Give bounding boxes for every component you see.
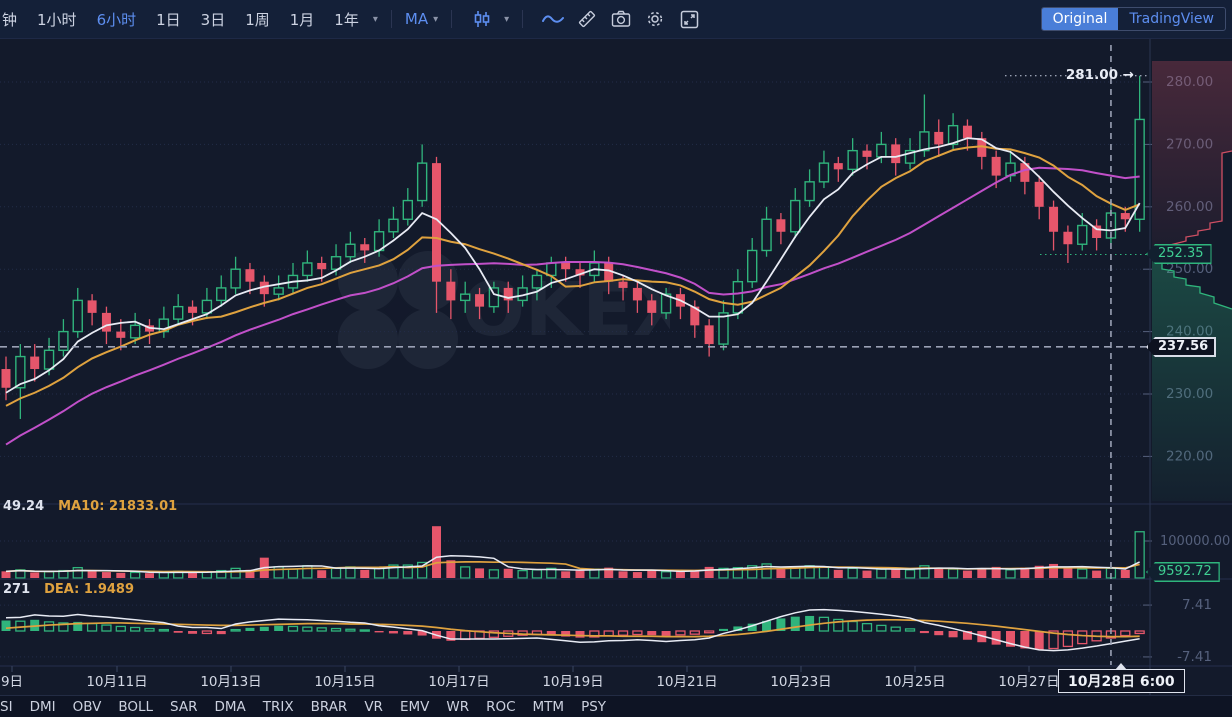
timeframe-4[interactable]: 3日 xyxy=(201,9,226,30)
indicator-obv[interactable]: OBV xyxy=(73,699,102,715)
toolbar-divider xyxy=(451,10,452,28)
indicator-dmi[interactable]: DMI xyxy=(30,699,56,715)
svg-text:-7.41: -7.41 xyxy=(1177,649,1212,665)
indicator-dma[interactable]: DMA xyxy=(214,699,245,715)
date-tick-label: 10月21日 xyxy=(656,670,717,690)
chart-area[interactable]: OKEX 280.00270.00260.00250.00240.00230.0… xyxy=(0,39,1232,695)
macd-dea-value: DEA: 1.9489 xyxy=(44,582,134,597)
timeframe-5[interactable]: 1周 xyxy=(245,9,270,30)
timeframe-6[interactable]: 1月 xyxy=(290,9,315,30)
mode-tab-original[interactable]: Original xyxy=(1042,8,1119,30)
indicator-sar[interactable]: SAR xyxy=(170,699,197,715)
mode-tab-tradingview[interactable]: TradingView xyxy=(1118,8,1225,30)
indicator-si[interactable]: SI xyxy=(0,699,13,715)
volume-ma10-value: MA10: 21833.01 xyxy=(58,499,177,514)
volume-value-tag: 9592.72 xyxy=(1146,562,1220,582)
crosshair-time-tag: 10月28日 6:00 xyxy=(1058,669,1185,693)
timeframe-2[interactable]: 6小时 xyxy=(97,9,137,30)
indicator-brar[interactable]: BRAR xyxy=(311,699,348,715)
toolbar-divider xyxy=(522,10,523,28)
date-tick-label: 10月15日 xyxy=(314,670,375,690)
macd-dif-value: 271 xyxy=(3,582,30,597)
volume-ma5-value: 49.24 xyxy=(3,499,44,514)
timeframe-1[interactable]: 1小时 xyxy=(37,9,77,30)
indicator-vr[interactable]: VR xyxy=(364,699,383,715)
indicator-emv[interactable]: EMV xyxy=(400,699,429,715)
date-tick-label: 10月23日 xyxy=(770,670,831,690)
camera-icon[interactable] xyxy=(608,6,634,32)
fullscreen-icon[interactable] xyxy=(676,6,702,32)
svg-text:7.41: 7.41 xyxy=(1182,597,1212,613)
chart-canvas[interactable]: 280.00270.00260.00250.00240.00230.00220.… xyxy=(0,39,1232,695)
ma-selector[interactable]: MA ▾ xyxy=(405,10,438,28)
timeframe-3[interactable]: 1日 xyxy=(156,9,181,30)
candlestick-icon xyxy=(469,6,495,32)
date-tick-label: 10月11日 xyxy=(86,670,147,690)
timeframe-7[interactable]: 1年 xyxy=(334,9,359,30)
volume-legend: 49.24 MA10: 21833.01 xyxy=(3,499,177,514)
last-price-tag: 252.35 xyxy=(1146,244,1212,264)
timeframe-group: 钟 1小时 6小时 1日 3日 1周 1月 1年 xyxy=(2,9,359,30)
date-tick-label: 10月19日 xyxy=(542,670,603,690)
indicator-psy[interactable]: PSY xyxy=(581,699,606,715)
chart-app: 钟 1小时 6小时 1日 3日 1周 1月 1年 ▾ MA ▾ ▾ xyxy=(0,0,1232,716)
settings-gear-icon[interactable] xyxy=(642,6,668,32)
svg-text:100000.00: 100000.00 xyxy=(1160,534,1230,549)
date-tick-label: 10月17日 xyxy=(428,670,489,690)
indicator-wr[interactable]: WR xyxy=(446,699,469,715)
timeframe-caret-icon[interactable]: ▾ xyxy=(373,14,378,25)
macd-legend: 271 DEA: 1.9489 xyxy=(3,582,134,597)
timeframe-0[interactable]: 钟 xyxy=(2,9,17,30)
indicator-bar: SI DMI OBV BOLL SAR DMA TRIX BRAR VR EMV WR ROC MTM P… xyxy=(0,695,1232,717)
ma-label: MA xyxy=(405,10,428,28)
indicator-roc[interactable]: ROC xyxy=(486,699,515,715)
date-tick-label: 10月27日 xyxy=(998,670,1059,690)
chart-type-selector[interactable]: ▾ xyxy=(465,6,509,32)
mode-tabs: OriginalTradingView xyxy=(1041,7,1226,31)
indicator-trix[interactable]: TRIX xyxy=(263,699,294,715)
highest-price-label: 281.00 → xyxy=(1066,67,1134,83)
ma-caret-icon: ▾ xyxy=(433,14,438,25)
toolbar: 钟 1小时 6小时 1日 3日 1周 1月 1年 ▾ MA ▾ ▾ xyxy=(0,0,1232,39)
crosshair-price-tag: 237.56 xyxy=(1146,337,1216,357)
ruler-icon[interactable] xyxy=(574,6,600,32)
date-tick-label: 9日 xyxy=(1,670,23,690)
chart-type-caret-icon: ▾ xyxy=(504,14,509,25)
date-tick-label: 10月25日 xyxy=(884,670,945,690)
date-tick-label: 10月13日 xyxy=(200,670,261,690)
indicator-boll[interactable]: BOLL xyxy=(118,699,153,715)
toolbar-divider xyxy=(391,10,392,28)
indicator-mtm[interactable]: MTM xyxy=(533,699,565,715)
line-chart-icon[interactable] xyxy=(540,6,566,32)
